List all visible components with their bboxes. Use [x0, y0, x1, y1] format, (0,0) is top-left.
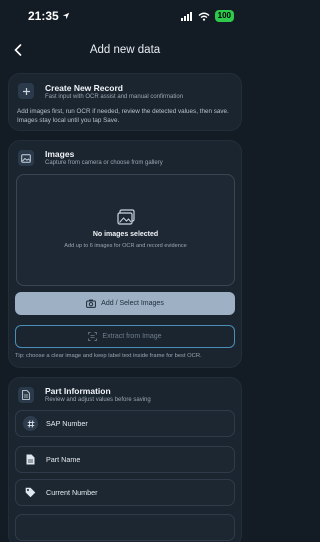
current-number-field[interactable]: Current Number: [15, 479, 235, 506]
extract-from-image-button[interactable]: Extract from Image: [15, 325, 235, 348]
status-time: 21:35: [28, 9, 70, 23]
card-subtitle: Fast input with OCR assist and manual co…: [45, 94, 184, 100]
card-subtitle: Capture from camera or choose from galle…: [45, 160, 163, 166]
time-label: 21:35: [28, 9, 59, 23]
chevron-left-icon: [14, 44, 22, 56]
back-button[interactable]: [8, 40, 28, 60]
location-arrow-icon: [62, 12, 69, 20]
camera-icon: [86, 299, 97, 308]
add-record-icon: [18, 83, 34, 99]
extract-label: Extract from Image: [102, 333, 162, 340]
field-label: Current Number: [46, 488, 98, 497]
navigation-bar: Add new data: [0, 36, 250, 64]
card-title: Create New Record: [45, 83, 123, 93]
tag-icon: [23, 485, 38, 500]
wifi-icon: [198, 12, 210, 21]
card-subtitle: Review and adjust values before saving: [45, 397, 151, 403]
cellular-signal-icon: [180, 11, 192, 21]
battery-badge: 100: [214, 10, 234, 22]
part-name-field[interactable]: Part Name: [15, 446, 235, 473]
scan-text-icon: [88, 332, 98, 341]
create-record-card: Create New Record Fast input with OCR as…: [8, 73, 242, 131]
add-images-label: Add / Select Images: [101, 300, 164, 307]
empty-state-subtitle: Add up to 6 images for OCR and record ev…: [64, 243, 187, 249]
document-icon: [23, 452, 38, 467]
sap-number-field[interactable]: SAP Number: [15, 410, 235, 437]
photo-placeholder-icon: [117, 209, 135, 225]
hash-icon: [23, 520, 38, 535]
page-title: Add new data: [89, 44, 161, 56]
field-label: Part Name: [46, 455, 81, 464]
image-gallery-icon: [18, 150, 34, 166]
card-description: Add images first, run OCR if needed, rev…: [17, 108, 229, 124]
status-bar: 21:35 100: [0, 0, 250, 32]
add-select-images-button[interactable]: Add / Select Images: [15, 292, 235, 315]
image-drop-zone[interactable]: No images selected Add up to 6 images fo…: [16, 174, 235, 286]
next-field[interactable]: [15, 514, 235, 541]
ocr-tip-text: Tip: choose a clear image and keep label…: [15, 353, 202, 359]
empty-state-title: No images selected: [92, 231, 159, 238]
hash-icon: [23, 416, 38, 431]
field-label: SAP Number: [46, 419, 88, 428]
card-title: Part Information: [45, 386, 111, 396]
status-indicators: 100: [180, 10, 234, 22]
card-title: Images: [45, 149, 75, 159]
document-icon: [18, 387, 34, 403]
